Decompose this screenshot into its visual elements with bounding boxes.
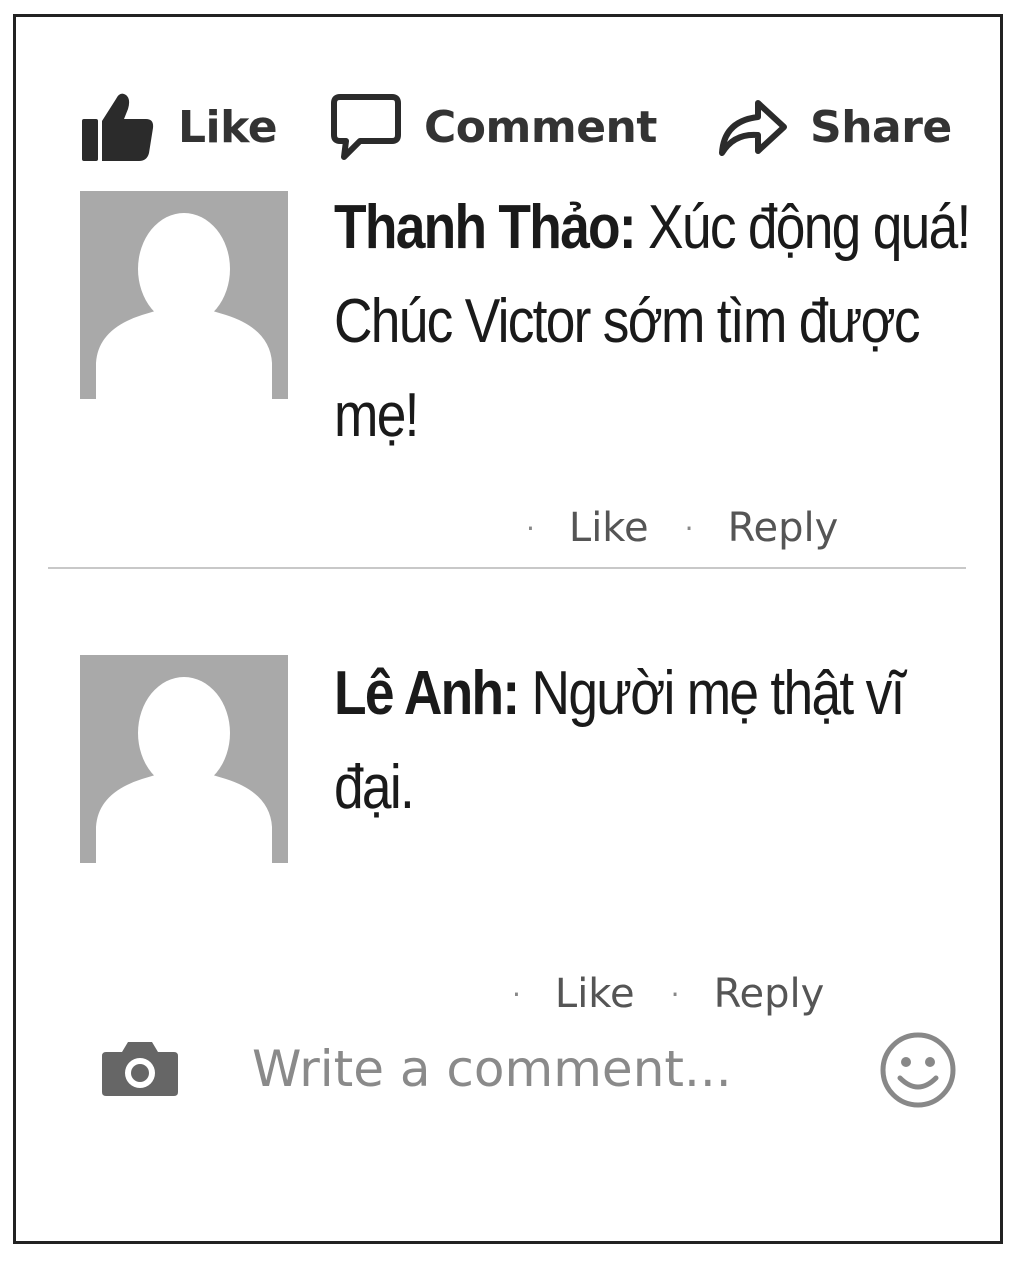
comment-input[interactable]: [252, 1034, 842, 1104]
comment-action-label: Comment: [424, 101, 657, 153]
camera-icon: [102, 1042, 178, 1096]
comment-action-button[interactable]: Comment: [330, 77, 657, 177]
comment-composer: [16, 1022, 1006, 1122]
separator-dot: ·: [526, 511, 535, 545]
smiley-icon: [880, 1032, 956, 1108]
default-user-icon: [80, 655, 288, 863]
avatar[interactable]: [80, 191, 288, 399]
like-action-button[interactable]: Like: [80, 77, 278, 177]
post-action-bar: Like Comment Share: [16, 77, 1006, 177]
share-action-label: Share: [810, 101, 952, 153]
comment-actions: · Like · Reply: [526, 505, 838, 551]
emoji-button[interactable]: [878, 1030, 958, 1115]
like-action-label: Like: [178, 101, 278, 153]
comment-body: Thanh Thảo: Xúc động quá! Chúc Victor sớ…: [334, 181, 971, 463]
comment-author[interactable]: Thanh Thảo:: [334, 193, 637, 262]
comment-body: Lê Anh: Người mẹ thật vĩ đại.: [334, 647, 970, 835]
separator-dot: ·: [684, 511, 694, 545]
comment-actions: · Like · Reply: [512, 971, 824, 1017]
share-action-button[interactable]: Share: [716, 77, 952, 177]
comments-card: Like Comment Share Thanh Thảo: Xúc động …: [13, 14, 1003, 1244]
share-arrow-icon: [719, 100, 787, 156]
comment-author[interactable]: Lê Anh:: [334, 659, 520, 728]
comment-like-link[interactable]: Like: [569, 505, 649, 551]
thumbs-up-icon: [82, 93, 154, 161]
default-user-icon: [80, 191, 288, 399]
speech-bubble-icon: [331, 94, 401, 160]
comment-reply-link[interactable]: Reply: [714, 971, 825, 1017]
camera-button[interactable]: [100, 1038, 180, 1103]
separator-dot: ·: [670, 977, 680, 1011]
avatar[interactable]: [80, 655, 288, 863]
separator-dot: ·: [512, 977, 521, 1011]
comment-like-link[interactable]: Like: [555, 971, 635, 1017]
comment-divider: [48, 567, 966, 569]
comment-reply-link[interactable]: Reply: [728, 505, 839, 551]
